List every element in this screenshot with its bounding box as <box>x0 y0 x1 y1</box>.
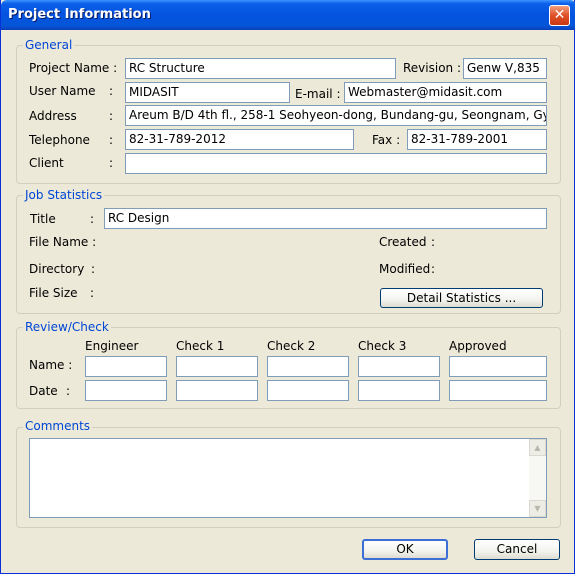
user-name-colon: : <box>109 84 114 98</box>
file-size-colon: : <box>90 286 95 300</box>
engineer-header: Engineer <box>85 339 139 353</box>
engineer-name-field[interactable] <box>85 356 167 377</box>
window-title: Project Information <box>8 7 151 22</box>
check1-date-field[interactable] <box>176 380 258 401</box>
file-name-label: File Name : <box>29 235 97 249</box>
review-name-label: Name : <box>29 358 73 372</box>
address-colon: : <box>109 109 114 123</box>
revision-label: Revision : <box>403 61 462 75</box>
project-name-field[interactable]: RC Structure <box>125 58 396 79</box>
fax-label: Fax : <box>372 133 401 147</box>
cancel-button[interactable]: Cancel <box>474 539 560 560</box>
check3-header: Check 3 <box>358 339 407 353</box>
approved-name-field[interactable] <box>449 356 547 377</box>
telephone-colon: : <box>109 133 114 147</box>
review-date-label: Date <box>29 384 58 398</box>
job-statistics-legend: Job Statistics <box>23 188 105 202</box>
title-colon: : <box>90 212 95 226</box>
client-label: Client <box>29 156 64 170</box>
directory-label: Directory <box>29 262 85 276</box>
revision-field[interactable]: Genw V,835 <box>463 58 547 79</box>
scroll-down-icon[interactable]: ▼ <box>529 500 546 517</box>
email-field[interactable]: Webmaster@midasit.com <box>344 82 547 103</box>
user-name-field[interactable]: MIDASIT <box>125 82 290 103</box>
check1-header: Check 1 <box>176 339 225 353</box>
check2-date-field[interactable] <box>267 380 349 401</box>
client-colon: : <box>109 156 114 170</box>
user-name-label: User Name <box>29 84 96 98</box>
created-label: Created <box>379 235 427 249</box>
modified-label: Modified <box>379 262 431 276</box>
telephone-field[interactable]: 82-31-789-2012 <box>125 129 354 150</box>
client-field[interactable] <box>125 153 547 174</box>
address-field[interactable]: Areum B/D 4th fl., 258-1 Seohyeon-dong, … <box>125 105 547 126</box>
review-check-legend: Review/Check <box>23 320 111 334</box>
title-label: Title <box>30 212 56 226</box>
project-name-label: Project Name : <box>29 61 118 75</box>
telephone-label: Telephone <box>29 133 90 147</box>
review-date-colon: : <box>66 384 71 398</box>
check1-name-field[interactable] <box>176 356 258 377</box>
title-bar[interactable]: Project Information ✕ <box>1 0 575 30</box>
check2-header: Check 2 <box>267 339 316 353</box>
created-colon: : <box>431 235 436 249</box>
address-label: Address <box>29 109 77 123</box>
title-field[interactable]: RC Design <box>104 208 547 229</box>
scroll-up-icon[interactable]: ▲ <box>529 439 546 456</box>
comments-scrollbar[interactable]: ▲ ▼ <box>529 439 546 517</box>
comments-legend: Comments <box>23 419 93 433</box>
project-information-dialog: Project Information ✕ General Project Na… <box>0 0 575 574</box>
file-size-label: File Size <box>29 286 78 300</box>
general-legend: General <box>23 38 75 52</box>
detail-statistics-button[interactable]: Detail Statistics ... <box>380 288 543 308</box>
directory-colon: : <box>91 262 96 276</box>
check2-name-field[interactable] <box>267 356 349 377</box>
comments-textarea[interactable] <box>29 438 547 518</box>
close-icon[interactable]: ✕ <box>549 5 570 26</box>
email-label: E-mail : <box>295 87 341 101</box>
ok-button[interactable]: OK <box>362 539 448 560</box>
check3-name-field[interactable] <box>358 356 440 377</box>
check3-date-field[interactable] <box>358 380 440 401</box>
fax-field[interactable]: 82-31-789-2001 <box>407 129 547 150</box>
modified-colon: : <box>431 262 436 276</box>
engineer-date-field[interactable] <box>85 380 167 401</box>
approved-header: Approved <box>449 339 507 353</box>
approved-date-field[interactable] <box>449 380 547 401</box>
